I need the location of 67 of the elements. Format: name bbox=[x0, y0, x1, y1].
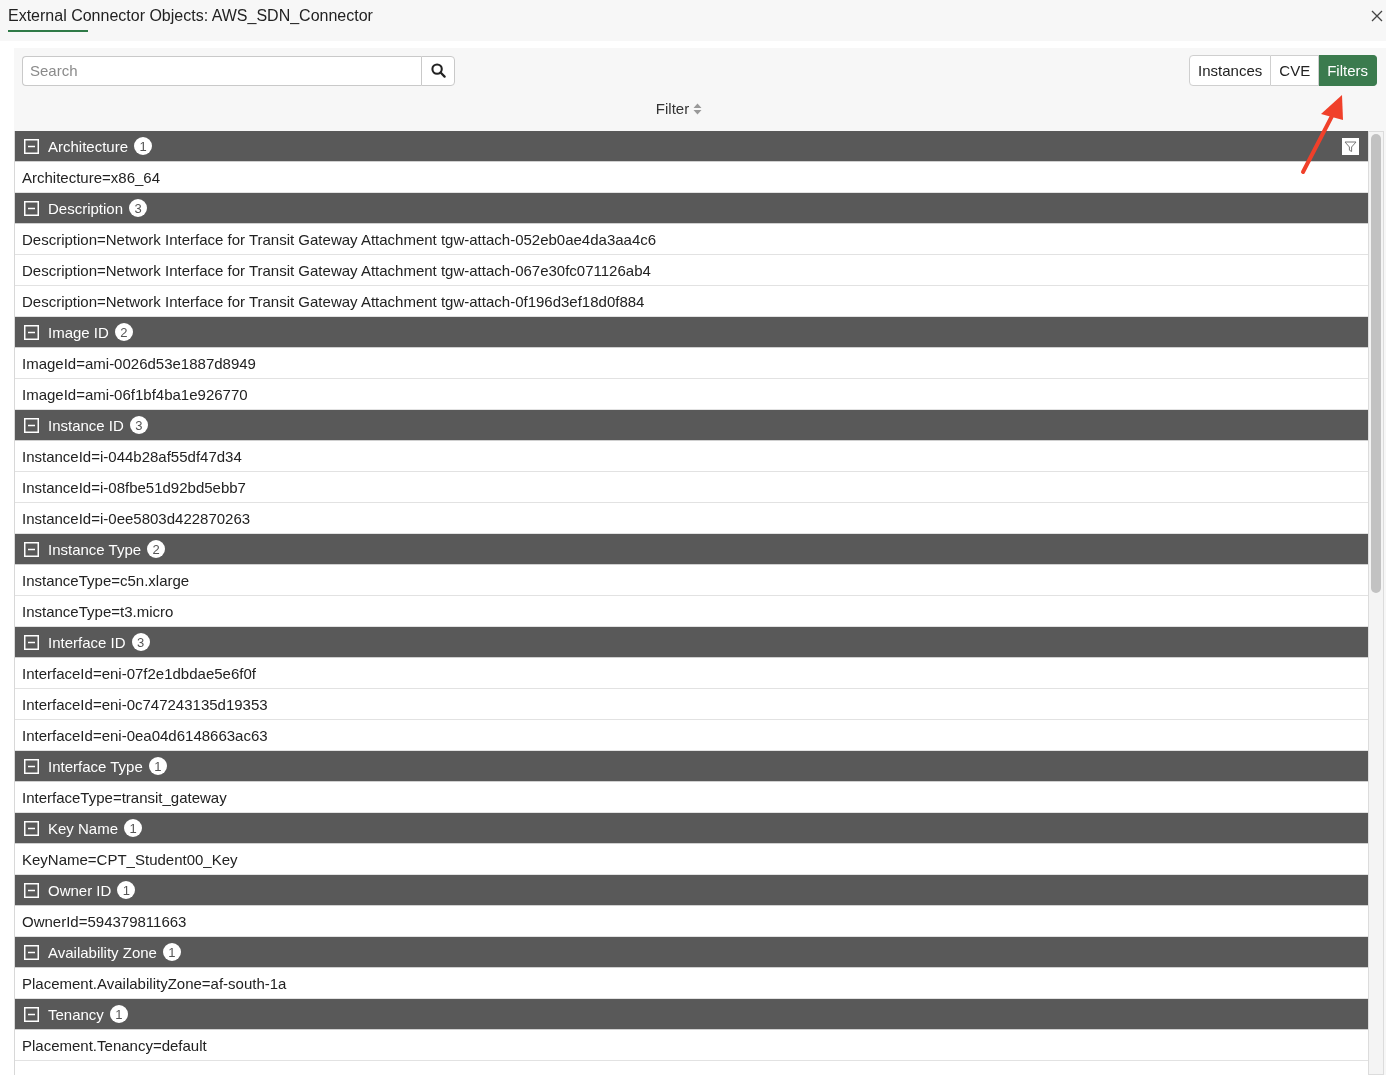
count-badge: 1 bbox=[148, 757, 167, 775]
close-icon bbox=[1370, 9, 1384, 23]
list-item[interactable]: InterfaceId=eni-07f2e1dbdae5e6f0f bbox=[15, 658, 1368, 689]
count-badge: 3 bbox=[129, 199, 148, 217]
group-header[interactable]: Interface ID 3 bbox=[15, 627, 1368, 658]
group-header[interactable]: Image ID 2 bbox=[15, 317, 1368, 348]
minus-box-icon[interactable] bbox=[24, 944, 39, 960]
count-badge: 1 bbox=[124, 819, 143, 837]
group-title: Key Name bbox=[48, 819, 119, 837]
group-title: Description bbox=[48, 199, 124, 217]
list-item[interactable]: InstanceId=i-044b28af55df47d34 bbox=[15, 441, 1368, 472]
scrollbar-track[interactable] bbox=[1368, 131, 1384, 1075]
count-badge: 1 bbox=[162, 943, 181, 961]
group-header[interactable]: Instance Type 2 bbox=[15, 534, 1368, 565]
list-item[interactable]: Placement.Tenancy=default bbox=[15, 1030, 1368, 1061]
list-item[interactable]: Description=Network Interface for Transit Gateway Attachment tgw-attach-052eb0ae4da3aa4c6 bbox=[15, 224, 1368, 255]
minus-box-icon[interactable] bbox=[24, 882, 39, 898]
minus-box-icon[interactable] bbox=[24, 200, 39, 216]
group-title: Instance ID bbox=[48, 416, 124, 434]
window-title: External Connector Objects: AWS_SDN_Connector bbox=[8, 6, 373, 26]
minus-box-icon[interactable] bbox=[24, 820, 39, 836]
count-badge: 1 bbox=[134, 137, 153, 155]
group-title: Interface ID bbox=[48, 633, 126, 651]
sort-icon bbox=[693, 102, 703, 115]
group-header[interactable]: Availability Zone 1 bbox=[15, 937, 1368, 968]
close-button[interactable] bbox=[1370, 9, 1384, 23]
count-badge: 2 bbox=[147, 540, 166, 558]
list-item[interactable]: ImageId=ami-0026d53e1887d8949 bbox=[15, 348, 1368, 379]
minus-box-icon[interactable] bbox=[24, 1006, 39, 1022]
search-button[interactable] bbox=[421, 55, 455, 86]
group-header[interactable]: Interface Type 1 bbox=[15, 751, 1368, 782]
list-item[interactable]: InterfaceId=eni-0c747243135d19353 bbox=[15, 689, 1368, 720]
count-badge: 1 bbox=[117, 881, 136, 899]
minus-box-icon[interactable] bbox=[24, 758, 39, 774]
list-item[interactable]: Description=Network Interface for Transit Gateway Attachment tgw-attach-067e30fc071126ab4 bbox=[15, 255, 1368, 286]
count-badge: 3 bbox=[129, 416, 148, 434]
count-badge: 2 bbox=[114, 323, 133, 341]
group-header[interactable]: Tenancy 1 bbox=[15, 999, 1368, 1030]
group-header[interactable]: Instance ID 3 bbox=[15, 410, 1368, 441]
group-header[interactable]: Owner ID 1 bbox=[15, 875, 1368, 906]
list-item[interactable]: InstanceId=i-08fbe51d92bd5ebb7 bbox=[15, 472, 1368, 503]
count-badge: 3 bbox=[131, 633, 150, 651]
filter-icon[interactable] bbox=[1342, 137, 1359, 155]
minus-box-icon[interactable] bbox=[24, 324, 39, 340]
count-badge: 1 bbox=[109, 1005, 128, 1023]
group-title: Availability Zone bbox=[48, 943, 157, 961]
group-title: Owner ID bbox=[48, 881, 112, 899]
group-title: Image ID bbox=[48, 323, 109, 341]
search-icon bbox=[430, 63, 446, 78]
group-title: Instance Type bbox=[48, 540, 142, 558]
column-header[interactable]: Filter bbox=[653, 98, 705, 119]
group-title: Tenancy bbox=[48, 1005, 104, 1023]
minus-box-icon[interactable] bbox=[24, 634, 39, 650]
minus-box-icon[interactable] bbox=[24, 541, 39, 557]
scrollbar-thumb[interactable] bbox=[1371, 134, 1381, 593]
search-field[interactable]: Search bbox=[22, 55, 421, 86]
tab[interactable]: CVE bbox=[1271, 55, 1320, 86]
group-header[interactable]: Description 3 bbox=[15, 193, 1368, 224]
tab[interactable]: Instances bbox=[1189, 55, 1272, 86]
minus-box-icon[interactable] bbox=[24, 417, 39, 433]
minus-box-icon[interactable] bbox=[24, 138, 39, 154]
group-title: Interface Type bbox=[48, 757, 143, 775]
group-header[interactable]: Architecture 1 bbox=[15, 131, 1368, 162]
group-title: Architecture bbox=[48, 137, 129, 155]
list-item[interactable]: InstanceType=c5n.xlarge bbox=[15, 565, 1368, 596]
tab[interactable]: Filters bbox=[1319, 55, 1377, 86]
group-header[interactable]: Key Name 1 bbox=[15, 813, 1368, 844]
